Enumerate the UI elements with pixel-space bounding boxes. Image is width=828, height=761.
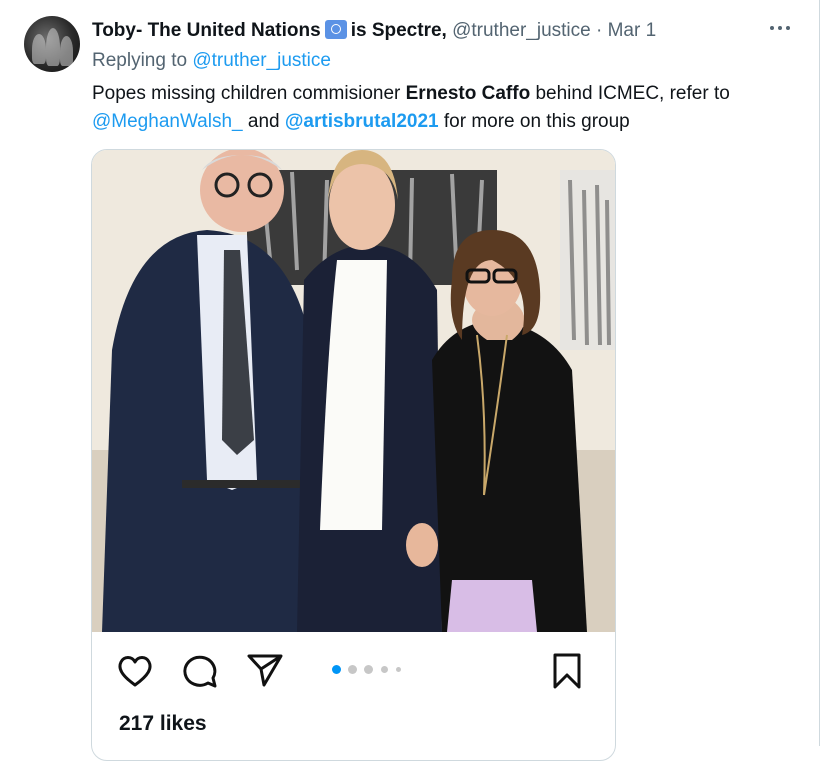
embedded-media-card[interactable]: 217 likes xyxy=(91,149,616,761)
un-flag-icon xyxy=(324,20,347,39)
carousel-dots xyxy=(332,665,412,675)
author-avatar[interactable] xyxy=(24,16,80,72)
more-options-button[interactable] xyxy=(769,20,791,37)
author-name[interactable]: Toby- The United Nations is Spectre, xyxy=(92,20,447,41)
carousel-dot[interactable] xyxy=(348,665,357,674)
mention-link-meghanwalsh[interactable]: @MeghanWalsh_ xyxy=(92,111,243,132)
carousel-dot[interactable] xyxy=(364,665,373,674)
bold-name: Ernesto Caffo xyxy=(405,83,531,104)
tweet-date[interactable]: Mar 1 xyxy=(608,20,657,41)
share-icon[interactable] xyxy=(245,650,285,690)
likes-count[interactable]: 217 likes xyxy=(119,712,207,736)
bookmark-icon[interactable] xyxy=(547,651,587,691)
media-photo[interactable] xyxy=(92,150,615,632)
comment-icon[interactable] xyxy=(180,651,220,691)
photo-illustration xyxy=(92,150,615,632)
tweet-header: Toby- The United Nations is Spectre, @tru… xyxy=(92,20,799,44)
author-handle[interactable]: @truther_justice xyxy=(452,20,591,41)
tweet[interactable]: Toby- The United Nations is Spectre, @tru… xyxy=(0,0,820,761)
carousel-dot[interactable] xyxy=(381,666,388,673)
carousel-dot[interactable] xyxy=(396,667,401,672)
mention-link-artisbrutal[interactable]: @artisbrutal2021 xyxy=(285,111,439,132)
reply-mention-link[interactable]: @truther_justice xyxy=(192,50,331,71)
more-dots-icon xyxy=(770,26,790,30)
tweet-text: Popes missing children commisioner Ernes… xyxy=(92,83,730,132)
media-actions-bar xyxy=(92,632,615,722)
replying-to: Replying to @truther_justice xyxy=(92,50,331,71)
heart-icon[interactable] xyxy=(115,651,155,691)
carousel-dot[interactable] xyxy=(332,665,341,674)
separator: · xyxy=(596,20,603,41)
